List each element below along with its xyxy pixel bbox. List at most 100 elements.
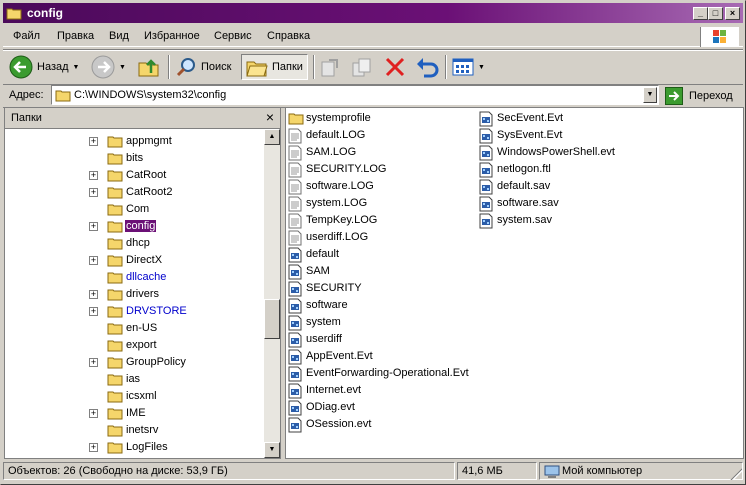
file-name: userdiff.LOG xyxy=(306,231,369,243)
file-name: default.sav xyxy=(497,180,551,192)
undo-icon xyxy=(417,58,439,78)
folders-button[interactable]: Папки xyxy=(241,54,308,80)
tree-item[interactable]: + drivers xyxy=(5,286,267,303)
tree-item[interactable]: icsxml xyxy=(5,388,267,405)
forward-button[interactable]: ▼ xyxy=(91,54,126,80)
scroll-up-button[interactable]: ▲ xyxy=(264,129,280,145)
close-pane-icon[interactable]: × xyxy=(266,109,274,125)
tree-item[interactable]: + CatRoot2 xyxy=(5,184,267,201)
folder-icon xyxy=(107,236,123,253)
expand-icon[interactable]: + xyxy=(89,290,98,299)
menu-edit[interactable]: Правка xyxy=(57,30,94,42)
file-name: software.LOG xyxy=(306,180,374,192)
file-name: WindowsPowerShell.evt xyxy=(497,146,615,158)
up-button[interactable] xyxy=(137,54,161,80)
folder-icon xyxy=(107,151,123,168)
folder-up-icon xyxy=(138,59,159,77)
scroll-thumb[interactable] xyxy=(264,299,280,339)
menu-file[interactable]: Файл xyxy=(13,30,40,42)
toolbar-separator xyxy=(168,55,170,79)
tree-item[interactable]: dhcp xyxy=(5,235,267,252)
search-button[interactable]: Поиск xyxy=(175,54,231,80)
expand-icon[interactable]: + xyxy=(89,188,98,197)
folder-icon xyxy=(107,270,123,287)
folder-icon xyxy=(107,304,123,321)
back-button[interactable]: Назад ▼ xyxy=(9,54,79,80)
expand-icon[interactable]: + xyxy=(89,307,98,316)
views-button[interactable]: ▼ xyxy=(452,54,485,80)
minimize-button[interactable]: _ xyxy=(693,7,708,20)
tree-item[interactable]: dllcache xyxy=(5,269,267,286)
address-input[interactable]: C:\WINDOWS\system32\config ▼ xyxy=(51,85,659,105)
file-name: SysEvent.Evt xyxy=(497,129,563,141)
tree-item[interactable]: + DRVSTORE xyxy=(5,303,267,320)
expand-icon[interactable]: + xyxy=(89,409,98,418)
back-dropdown-icon[interactable]: ▼ xyxy=(73,64,80,71)
folder-tree: + appmgmt bits + CatRoot + CatRoot2 Com + config d… xyxy=(5,129,267,458)
file-list-pane: systemprofile default.LOG SAM.LOG SECURITY.… xyxy=(285,107,744,459)
views-dropdown-icon[interactable]: ▼ xyxy=(478,64,485,71)
resize-grip[interactable] xyxy=(730,468,742,480)
tree-item[interactable]: + IME xyxy=(5,405,267,422)
title-bar[interactable]: config _ □ × xyxy=(3,3,743,23)
file-name: system xyxy=(306,316,341,328)
copy-to-button[interactable] xyxy=(351,54,373,80)
toolbar-separator xyxy=(313,55,315,79)
folder-icon xyxy=(107,338,123,355)
tree-item-label: config xyxy=(125,220,157,232)
folders-icon xyxy=(246,61,268,77)
file-name: system.LOG xyxy=(306,197,368,209)
expand-icon[interactable]: + xyxy=(89,358,98,367)
forward-dropdown-icon[interactable]: ▼ xyxy=(119,64,126,71)
delete-button[interactable] xyxy=(384,54,406,80)
file-name: TempKey.LOG xyxy=(306,214,378,226)
tree-item[interactable]: + DirectX xyxy=(5,252,267,269)
expand-icon[interactable]: + xyxy=(89,222,98,231)
menu-view[interactable]: Вид xyxy=(109,30,129,42)
file-name: software xyxy=(306,299,348,311)
tree-item-label: IME xyxy=(126,407,146,419)
tree-item-label: LogFiles xyxy=(126,441,168,453)
menu-help[interactable]: Справка xyxy=(267,30,310,42)
tree-item[interactable]: Com xyxy=(5,201,267,218)
close-button[interactable]: × xyxy=(725,7,740,20)
file-name: Internet.evt xyxy=(306,384,362,396)
scroll-down-button[interactable]: ▼ xyxy=(264,442,280,458)
tree-item[interactable]: export xyxy=(5,337,267,354)
menu-favorites[interactable]: Избранное xyxy=(144,30,200,42)
folder-icon xyxy=(107,406,123,423)
maximize-button[interactable]: □ xyxy=(708,7,723,20)
tree-item[interactable]: + LogFiles xyxy=(5,439,267,456)
tree-item[interactable]: + GroupPolicy xyxy=(5,354,267,371)
status-size: 41,6 МБ xyxy=(457,462,537,480)
go-button[interactable]: Переход xyxy=(665,86,733,106)
folder-tree-scrollbar[interactable]: ▲ ▼ xyxy=(264,129,280,458)
menu-tools[interactable]: Сервис xyxy=(214,30,252,42)
expand-icon[interactable]: + xyxy=(89,443,98,452)
tree-item[interactable]: + appmgmt xyxy=(5,133,267,150)
undo-button[interactable] xyxy=(415,54,439,80)
file-name: AppEvent.Evt xyxy=(306,350,373,362)
tree-item[interactable]: bits xyxy=(5,150,267,167)
folder-icon xyxy=(55,88,71,105)
file-name: ODiag.evt xyxy=(306,401,355,413)
file-name: userdiff xyxy=(306,333,342,345)
expand-icon[interactable]: + xyxy=(89,137,98,146)
expand-icon[interactable]: + xyxy=(89,256,98,265)
my-computer-icon xyxy=(544,465,560,482)
move-to-button[interactable] xyxy=(319,54,341,80)
file-name: software.sav xyxy=(497,197,559,209)
tree-item[interactable]: inetsrv xyxy=(5,422,267,439)
tree-item[interactable]: en-US xyxy=(5,320,267,337)
folders-pane: Папки × + appmgmt bits + CatRoot + CatRoot2 Com… xyxy=(4,107,281,459)
tree-item[interactable]: + CatRoot xyxy=(5,167,267,184)
copy-to-icon xyxy=(352,58,371,77)
address-dropdown-button[interactable]: ▼ xyxy=(643,87,657,103)
address-bar: Адрес: C:\WINDOWS\system32\config ▼ Пере… xyxy=(3,85,743,108)
tree-item[interactable]: ias xyxy=(5,371,267,388)
tree-item-label: inetsrv xyxy=(126,424,159,436)
expand-icon[interactable]: + xyxy=(89,171,98,180)
address-path: C:\WINDOWS\system32\config xyxy=(74,89,227,101)
tree-item[interactable]: + config xyxy=(5,218,267,235)
folder-icon xyxy=(107,389,123,406)
